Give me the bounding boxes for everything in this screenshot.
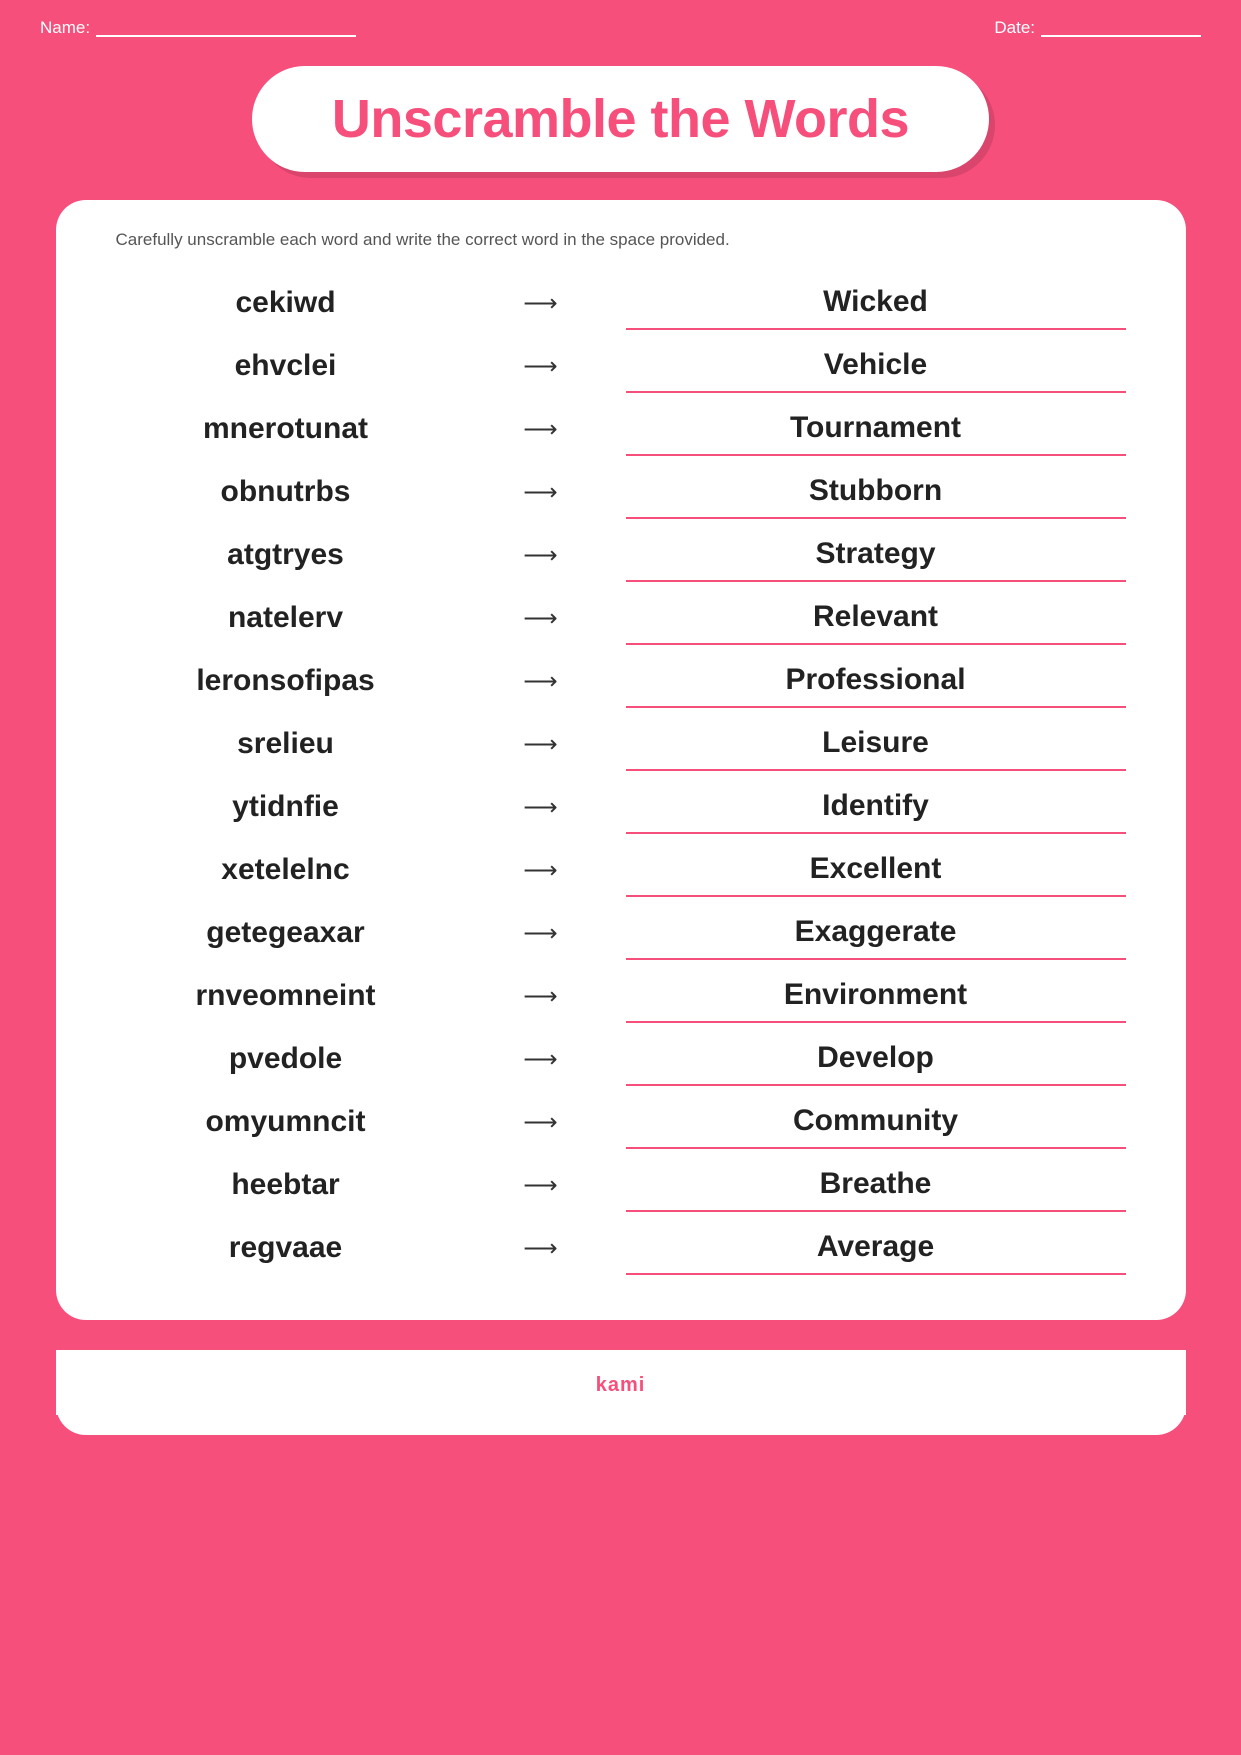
answer-word-7[interactable]: Leisure — [626, 717, 1126, 771]
scrambled-word-12: pvedole — [116, 1034, 456, 1084]
header-row: Name: Date: — [0, 0, 1241, 48]
word-row-12: pvedole ⟶ Develop — [116, 1028, 1126, 1091]
title-card: Unscramble the Words — [252, 66, 989, 172]
word-row-6: leronsofipas ⟶ Professional — [116, 650, 1126, 713]
date-line[interactable] — [1041, 19, 1201, 37]
word-row-3: obnutrbs ⟶ Stubborn — [116, 461, 1126, 524]
arrow-13: ⟶ — [501, 1108, 581, 1137]
scrambled-word-6: leronsofipas — [116, 656, 456, 706]
answer-word-3[interactable]: Stubborn — [626, 465, 1126, 519]
answer-word-8[interactable]: Identify — [626, 780, 1126, 834]
scrambled-word-13: omyumncit — [116, 1097, 456, 1147]
answer-word-1[interactable]: Vehicle — [626, 339, 1126, 393]
answer-word-2[interactable]: Tournament — [626, 402, 1126, 456]
content-card: Carefully unscramble each word and write… — [56, 200, 1186, 1320]
page-wrapper: Name: Date: Unscramble the Words Careful… — [0, 0, 1241, 1755]
scrambled-word-9: xetelelnc — [116, 845, 456, 895]
answer-word-0[interactable]: Wicked — [626, 276, 1126, 330]
word-row-7: srelieu ⟶ Leisure — [116, 713, 1126, 776]
scrambled-word-8: ytidnfie — [116, 782, 456, 832]
scrambled-word-4: atgtryes — [116, 530, 456, 580]
answer-word-12[interactable]: Develop — [626, 1032, 1126, 1086]
scrambled-word-14: heebtar — [116, 1160, 456, 1210]
instructions-text: Carefully unscramble each word and write… — [116, 230, 1126, 250]
word-table: cekiwd ⟶ Wicked ehvclei ⟶ Vehicle mnerot… — [116, 272, 1126, 1280]
word-row-13: omyumncit ⟶ Community — [116, 1091, 1126, 1154]
answer-word-10[interactable]: Exaggerate — [626, 906, 1126, 960]
word-row-14: heebtar ⟶ Breathe — [116, 1154, 1126, 1217]
name-field: Name: — [40, 18, 356, 38]
answer-word-9[interactable]: Excellent — [626, 843, 1126, 897]
name-line[interactable] — [96, 19, 356, 37]
answer-word-6[interactable]: Professional — [626, 654, 1126, 708]
word-row-1: ehvclei ⟶ Vehicle — [116, 335, 1126, 398]
arrow-11: ⟶ — [501, 982, 581, 1011]
footer-bar: kami — [56, 1350, 1186, 1435]
arrow-4: ⟶ — [501, 541, 581, 570]
word-row-15: regvaae ⟶ Average — [116, 1217, 1126, 1280]
arrow-9: ⟶ — [501, 856, 581, 885]
scrambled-word-5: natelerv — [116, 593, 456, 643]
scrambled-word-11: rnveomneint — [116, 971, 456, 1021]
scrambled-word-7: srelieu — [116, 719, 456, 769]
arrow-1: ⟶ — [501, 352, 581, 381]
arrow-15: ⟶ — [501, 1234, 581, 1263]
answer-word-13[interactable]: Community — [626, 1095, 1126, 1149]
answer-word-4[interactable]: Strategy — [626, 528, 1126, 582]
word-row-4: atgtryes ⟶ Strategy — [116, 524, 1126, 587]
arrow-7: ⟶ — [501, 730, 581, 759]
arrow-14: ⟶ — [501, 1171, 581, 1200]
arrow-3: ⟶ — [501, 478, 581, 507]
word-row-9: xetelelnc ⟶ Excellent — [116, 839, 1126, 902]
arrow-12: ⟶ — [501, 1045, 581, 1074]
scrambled-word-2: mnerotunat — [116, 404, 456, 454]
arrow-2: ⟶ — [501, 415, 581, 444]
arrow-10: ⟶ — [501, 919, 581, 948]
arrow-6: ⟶ — [501, 667, 581, 696]
word-row-11: rnveomneint ⟶ Environment — [116, 965, 1126, 1028]
arrow-0: ⟶ — [501, 289, 581, 318]
scrambled-word-10: getegeaxar — [116, 908, 456, 958]
scrambled-word-3: obnutrbs — [116, 467, 456, 517]
arrow-8: ⟶ — [501, 793, 581, 822]
scrambled-word-15: regvaae — [116, 1223, 456, 1273]
footer-logo: kami — [56, 1360, 1186, 1415]
answer-word-5[interactable]: Relevant — [626, 591, 1126, 645]
name-label: Name: — [40, 18, 90, 38]
word-row-10: getegeaxar ⟶ Exaggerate — [116, 902, 1126, 965]
answer-word-14[interactable]: Breathe — [626, 1158, 1126, 1212]
answer-word-15[interactable]: Average — [626, 1221, 1126, 1275]
arrow-5: ⟶ — [501, 604, 581, 633]
word-row-0: cekiwd ⟶ Wicked — [116, 272, 1126, 335]
date-label: Date: — [994, 18, 1035, 38]
word-row-5: natelerv ⟶ Relevant — [116, 587, 1126, 650]
date-field: Date: — [994, 18, 1201, 38]
scrambled-word-1: ehvclei — [116, 341, 456, 391]
word-row-8: ytidnfie ⟶ Identify — [116, 776, 1126, 839]
scrambled-word-0: cekiwd — [116, 278, 456, 328]
answer-word-11[interactable]: Environment — [626, 969, 1126, 1023]
page-title: Unscramble the Words — [332, 88, 909, 150]
word-row-2: mnerotunat ⟶ Tournament — [116, 398, 1126, 461]
